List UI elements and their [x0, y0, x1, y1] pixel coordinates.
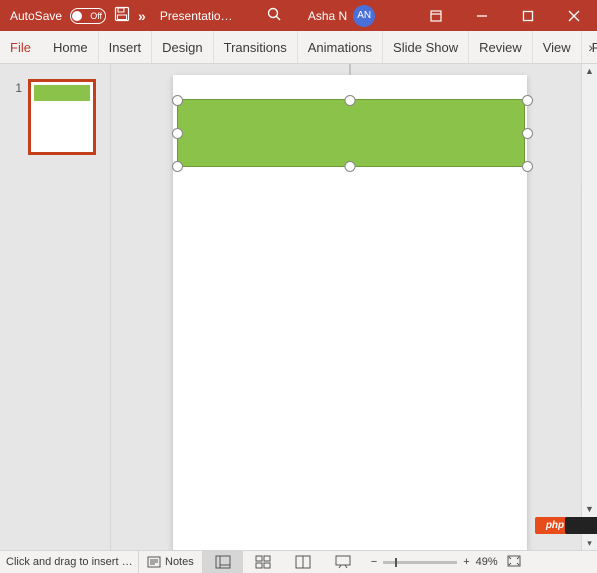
qat-overflow-icon[interactable]: » — [138, 8, 148, 24]
thumb-number: 1 — [0, 79, 28, 95]
search-button[interactable] — [266, 6, 282, 25]
selected-rectangle-shape[interactable] — [177, 99, 525, 167]
vertical-scrollbar[interactable]: ▲ ▼ ▴ ▾ — [581, 64, 597, 550]
dark-badge — [565, 517, 597, 534]
autosave-toggle[interactable]: Off — [70, 8, 106, 24]
next-slide-icon[interactable]: ▾ — [582, 536, 597, 550]
ribbon-scroll-right-icon[interactable]: › — [588, 31, 593, 63]
slide-thumbnail-panel: 1 — [0, 64, 111, 550]
user-name: Asha N — [308, 9, 347, 23]
ribbon-tabs: File Home Insert Design Transitions Anim… — [0, 31, 597, 64]
slide-sorter-view-button[interactable] — [243, 551, 283, 573]
slide[interactable] — [173, 75, 527, 550]
resize-handle-tl[interactable] — [172, 95, 183, 106]
close-button[interactable] — [551, 0, 597, 31]
resize-handle-tm[interactable] — [345, 95, 356, 106]
tab-slide-show[interactable]: Slide Show — [383, 31, 469, 63]
resize-handle-bl[interactable] — [172, 161, 183, 172]
rotate-handle[interactable] — [350, 64, 351, 75]
save-button[interactable] — [114, 6, 130, 25]
tab-design[interactable]: Design — [152, 31, 213, 63]
account-area[interactable]: Asha N AN — [308, 5, 375, 27]
tab-file[interactable]: File — [0, 31, 43, 63]
reading-view-button[interactable] — [283, 551, 323, 573]
status-bar: Click and drag to insert a text box. Not… — [0, 550, 597, 573]
ribbon-display-options-button[interactable] — [413, 0, 459, 31]
status-message: Click and drag to insert a text box. — [0, 556, 138, 568]
title-bar: AutoSave Off » Presentation1 - PowerPoin… — [0, 0, 597, 31]
zoom-in-button[interactable]: + — [463, 556, 469, 568]
resize-handle-bm[interactable] — [345, 161, 356, 172]
fit-to-window-button[interactable] — [506, 554, 528, 571]
tab-home[interactable]: Home — [43, 31, 99, 63]
zoom-slider[interactable] — [383, 561, 457, 564]
resize-handle-mr[interactable] — [522, 128, 533, 139]
tab-view[interactable]: View — [533, 31, 582, 63]
tab-animations[interactable]: Animations — [298, 31, 383, 63]
normal-view-button[interactable] — [203, 551, 243, 573]
notes-icon — [147, 556, 161, 568]
zoom-percentage[interactable]: 49% — [476, 556, 498, 568]
tab-insert[interactable]: Insert — [99, 31, 153, 63]
slide-canvas-area[interactable]: ▲ ▼ ▴ ▾ php — [111, 64, 597, 550]
minimize-button[interactable] — [459, 0, 505, 31]
avatar: AN — [353, 5, 375, 27]
scroll-up-icon[interactable]: ▲ — [582, 64, 597, 78]
resize-handle-tr[interactable] — [522, 95, 533, 106]
resize-handle-ml[interactable] — [172, 128, 183, 139]
autosave-label: AutoSave — [10, 9, 62, 23]
scroll-down-icon[interactable]: ▼ — [582, 502, 597, 516]
notes-label: Notes — [165, 556, 194, 568]
tab-review[interactable]: Review — [469, 31, 533, 63]
slideshow-view-button[interactable] — [323, 551, 363, 573]
maximize-button[interactable] — [505, 0, 551, 31]
document-title: Presentation1 - PowerPoint — [160, 9, 238, 23]
notes-toggle[interactable]: Notes — [138, 551, 203, 573]
thumb-shape — [34, 85, 90, 101]
resize-handle-br[interactable] — [522, 161, 533, 172]
slide-thumbnail-1[interactable] — [28, 79, 96, 155]
tab-transitions[interactable]: Transitions — [214, 31, 298, 63]
zoom-out-button[interactable]: − — [371, 556, 377, 568]
